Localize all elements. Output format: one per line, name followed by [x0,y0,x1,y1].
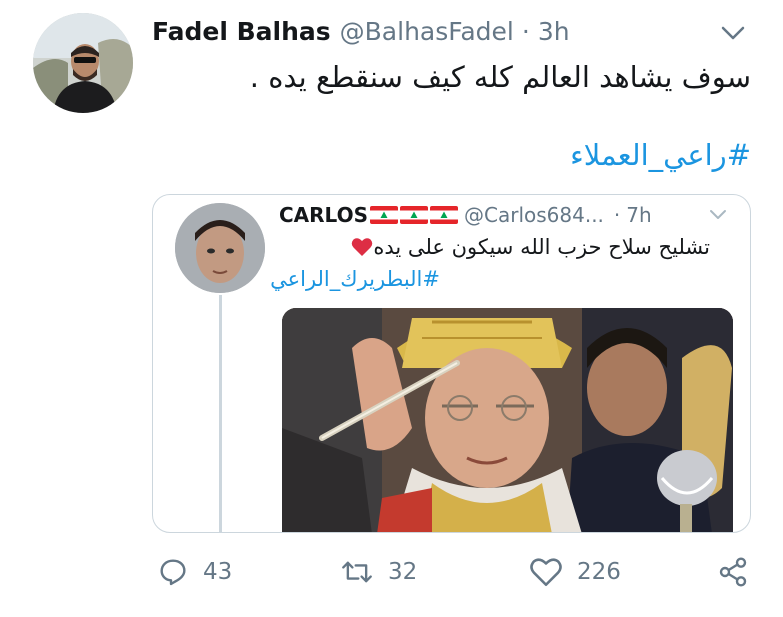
lebanon-flag-icon [370,206,398,224]
like-count: 226 [577,559,621,585]
tweet-actions-bar: 43 32 226 [0,552,783,592]
share-button[interactable] [717,552,749,592]
red-heart-emoji-icon [352,238,373,256]
quoted-avatar-photo [175,203,265,293]
patriarch-blessing-photo [282,308,733,532]
flag-emoji-group [370,206,458,224]
retweet-button[interactable]: 32 [340,552,417,592]
tweet-header: Fadel Balhas @BalhasFadel · 3h [152,14,570,48]
quoted-author-display-name[interactable]: CARLOS [279,203,368,227]
lebanon-flag-icon [400,206,428,224]
quoted-author-avatar[interactable] [175,203,265,293]
quoted-tweet-card[interactable]: CARLOS @Carlos684... · 7h تشليح سلاح حزب… [152,194,751,533]
thread-line [219,295,222,532]
quoted-author-handle[interactable]: @Carlos684... [464,203,604,227]
reply-count: 43 [203,559,233,585]
reply-icon [160,559,186,586]
tweet-hashtag-link[interactable]: #راعي_العملاء [570,138,751,172]
separator-dot: · [613,203,621,227]
chevron-down-icon[interactable] [707,207,729,223]
quoted-tweet-photo[interactable] [282,308,733,532]
quoted-tweet-text-row: تشليح سلاح حزب الله سيكون على يده [349,235,710,259]
author-avatar[interactable] [33,13,133,113]
lebanon-flag-icon [430,206,458,224]
separator-dot: · [521,16,530,46]
tweet-text: سوف يشاهد العالم كله كيف سنقطع يده . [249,60,751,94]
quoted-tweet-hashtag-link[interactable]: #البطريرك_الراعي [270,267,440,291]
author-display-name[interactable]: Fadel Balhas [152,17,331,46]
tweet: Fadel Balhas @BalhasFadel · 3h سوف يشاهد… [0,0,783,617]
heart-icon [530,558,562,587]
chevron-down-icon[interactable] [718,22,748,44]
tweet-timestamp[interactable]: 3h [538,17,570,46]
reply-button[interactable]: 43 [157,552,232,592]
retweet-icon [342,561,372,583]
retweet-count: 32 [388,559,418,585]
like-button[interactable]: 226 [529,552,621,592]
share-icon [719,557,747,587]
avatar-photo [33,13,133,113]
author-handle[interactable]: @BalhasFadel [340,17,514,46]
quoted-tweet-timestamp[interactable]: 7h [626,203,651,227]
quoted-tweet-text: تشليح سلاح حزب الله سيكون على يده [373,235,710,259]
quoted-tweet-header: CARLOS @Carlos684... · 7h [279,200,652,230]
